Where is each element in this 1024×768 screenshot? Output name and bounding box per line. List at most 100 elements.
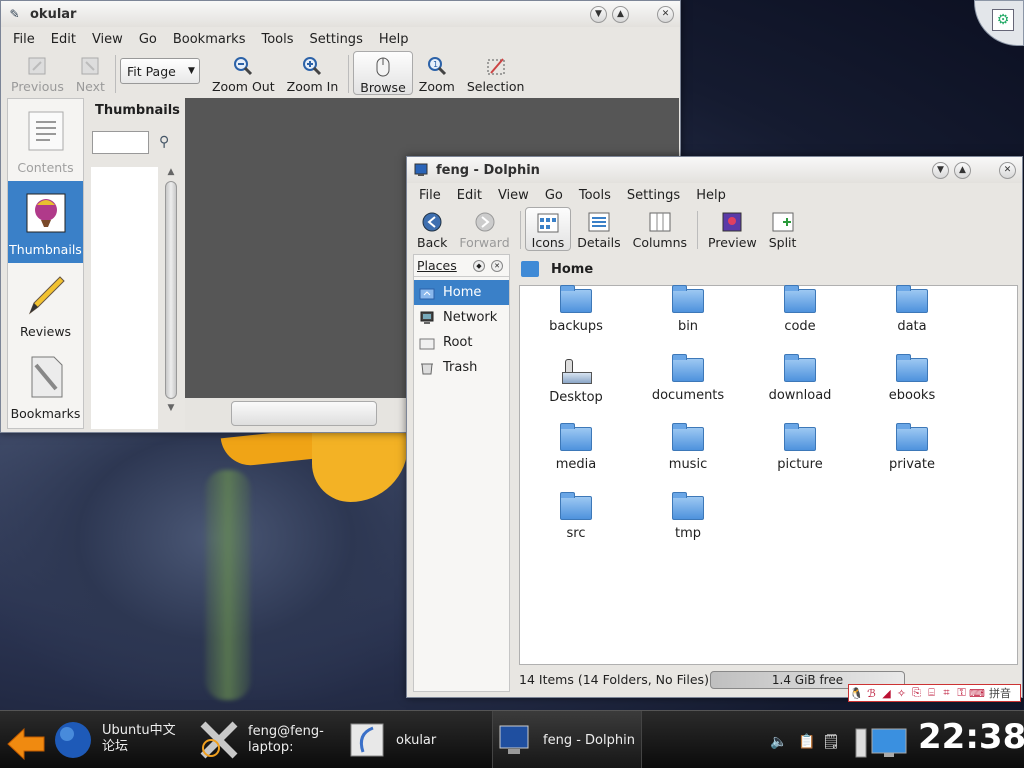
- scroll-up-icon[interactable]: ▲: [165, 167, 177, 179]
- lock-icon[interactable]: ⚿: [954, 686, 969, 700]
- volume-icon[interactable]: 🔈: [770, 733, 788, 751]
- menu-tools[interactable]: Tools: [579, 188, 611, 203]
- file-item[interactable]: data: [862, 285, 962, 353]
- maximize-button[interactable]: ▲: [612, 5, 629, 23]
- selection-button[interactable]: Selection: [461, 51, 531, 95]
- notes-icon[interactable]: 🗒: [822, 733, 840, 751]
- sidebar-item-contents[interactable]: Contents: [8, 99, 83, 181]
- forward-button[interactable]: Forward: [453, 207, 515, 251]
- thumbnail-scrollbar[interactable]: ▲ ▼: [162, 167, 180, 429]
- menu-help[interactable]: Help: [696, 188, 726, 203]
- sidebar-item-thumbnails[interactable]: Thumbnails: [8, 181, 83, 263]
- minimize-button[interactable]: ▼: [590, 5, 607, 23]
- desktop-icon: [559, 358, 593, 386]
- file-item[interactable]: media: [526, 423, 626, 491]
- next-button[interactable]: Next: [70, 51, 111, 95]
- location-crumb[interactable]: Home: [551, 262, 593, 277]
- ime-trad-icon[interactable]: ⌗: [939, 686, 954, 700]
- folder-icon: [560, 492, 592, 520]
- previous-button[interactable]: Previous: [5, 51, 70, 95]
- back-button[interactable]: Back: [411, 207, 453, 251]
- scrollbar-handle[interactable]: [165, 181, 177, 399]
- menu-edit[interactable]: Edit: [457, 188, 482, 203]
- menu-edit[interactable]: Edit: [51, 32, 76, 47]
- sidebar-item-reviews[interactable]: Reviews: [8, 263, 83, 345]
- place-network[interactable]: Network: [414, 305, 509, 330]
- split-button[interactable]: Split: [763, 207, 803, 251]
- file-item[interactable]: download: [750, 354, 850, 422]
- minimize-button[interactable]: ▼: [932, 161, 949, 179]
- menu-go[interactable]: Go: [139, 32, 157, 47]
- file-item[interactable]: Desktop: [526, 358, 626, 422]
- thumbnail-list[interactable]: [91, 167, 158, 429]
- thumbnail-search-input[interactable]: [92, 131, 149, 154]
- network-monitor-icon[interactable]: [846, 728, 918, 758]
- location-bar[interactable]: Home: [517, 254, 1020, 284]
- details-view-button[interactable]: Details: [571, 207, 626, 251]
- page-navigation-button[interactable]: [231, 401, 377, 426]
- menu-file[interactable]: File: [419, 188, 441, 203]
- place-trash[interactable]: Trash: [414, 355, 509, 380]
- keyboard-icon[interactable]: ⌨: [969, 687, 985, 700]
- task-dolphin[interactable]: feng - Dolphin: [492, 711, 642, 768]
- dolphin-titlebar[interactable]: feng - Dolphin ▼ ▲ ✕: [407, 157, 1022, 183]
- menu-help[interactable]: Help: [379, 32, 409, 47]
- ime-half-width-icon[interactable]: ✧: [894, 687, 909, 700]
- ime-option-icon[interactable]: ⌸: [924, 686, 939, 700]
- columns-view-button[interactable]: Columns: [627, 207, 693, 251]
- ime-mode-icon[interactable]: ℬ: [864, 687, 879, 700]
- zoom-in-button[interactable]: Zoom In: [281, 51, 345, 95]
- place-root[interactable]: Root: [414, 330, 509, 355]
- place-home[interactable]: Home: [414, 280, 509, 305]
- task-firefox[interactable]: Ubuntu中文 论坛: [52, 711, 194, 768]
- menu-file[interactable]: File: [13, 32, 35, 47]
- maximize-button[interactable]: ▲: [954, 161, 971, 179]
- ime-name[interactable]: 拼音: [984, 685, 1016, 701]
- file-item[interactable]: music: [638, 423, 738, 491]
- menu-view[interactable]: View: [498, 188, 529, 203]
- menu-settings[interactable]: Settings: [627, 188, 680, 203]
- zoom-out-button[interactable]: Zoom Out: [206, 51, 281, 95]
- ime-punct-icon[interactable]: ◢: [879, 687, 894, 700]
- task-terminal[interactable]: feng@feng-laptop:: [198, 711, 338, 768]
- float-panel-icon[interactable]: ◆: [473, 259, 485, 272]
- zoom-mode-button[interactable]: 1 Zoom: [413, 51, 461, 95]
- search-options-icon[interactable]: ⚲: [159, 134, 169, 150]
- menu-go[interactable]: Go: [545, 188, 563, 203]
- sidebar-item-bookmarks[interactable]: Bookmarks: [8, 345, 83, 427]
- menu-settings[interactable]: Settings: [310, 32, 363, 47]
- file-icons-view[interactable]: backups bin code data Desktop documents …: [519, 285, 1018, 665]
- folder-icon: [672, 285, 704, 313]
- browse-button[interactable]: Browse: [353, 51, 413, 95]
- menu-tools[interactable]: Tools: [261, 32, 293, 47]
- file-item[interactable]: backups: [526, 285, 626, 353]
- file-item[interactable]: documents: [638, 354, 738, 422]
- close-button[interactable]: ✕: [657, 5, 674, 23]
- file-item[interactable]: bin: [638, 285, 738, 353]
- clipboard-icon[interactable]: 📋: [798, 733, 816, 751]
- zoom-select[interactable]: Fit Page ▼: [119, 58, 200, 84]
- close-button[interactable]: ✕: [999, 161, 1016, 179]
- penguin-icon[interactable]: 🐧: [849, 687, 864, 700]
- file-item[interactable]: code: [750, 285, 850, 353]
- file-item[interactable]: src: [526, 492, 626, 560]
- file-item[interactable]: tmp: [638, 492, 738, 560]
- file-item[interactable]: private: [862, 423, 962, 491]
- clock[interactable]: 22:38: [918, 717, 1024, 757]
- close-panel-icon[interactable]: ✕: [491, 259, 503, 272]
- okular-titlebar[interactable]: ✎ okular ▼ ▲ ✕: [1, 1, 680, 27]
- folder-icon: [784, 423, 816, 451]
- dolphin-window: feng - Dolphin ▼ ▲ ✕ File Edit View Go T…: [406, 156, 1023, 698]
- scroll-down-icon[interactable]: ▼: [165, 403, 177, 415]
- desktop-toolbox-button[interactable]: ⚙: [974, 0, 1024, 46]
- application-launcher-button[interactable]: [6, 727, 46, 761]
- file-item[interactable]: picture: [750, 423, 850, 491]
- preview-button[interactable]: Preview: [702, 207, 763, 251]
- menu-bookmarks[interactable]: Bookmarks: [173, 32, 246, 47]
- icons-view-button[interactable]: Icons: [524, 207, 572, 251]
- menu-view[interactable]: View: [92, 32, 123, 47]
- folder-icon: [896, 354, 928, 382]
- file-item[interactable]: ebooks: [862, 354, 962, 422]
- ime-sym-icon[interactable]: ⎘: [909, 686, 924, 700]
- task-okular[interactable]: okular: [346, 711, 486, 768]
